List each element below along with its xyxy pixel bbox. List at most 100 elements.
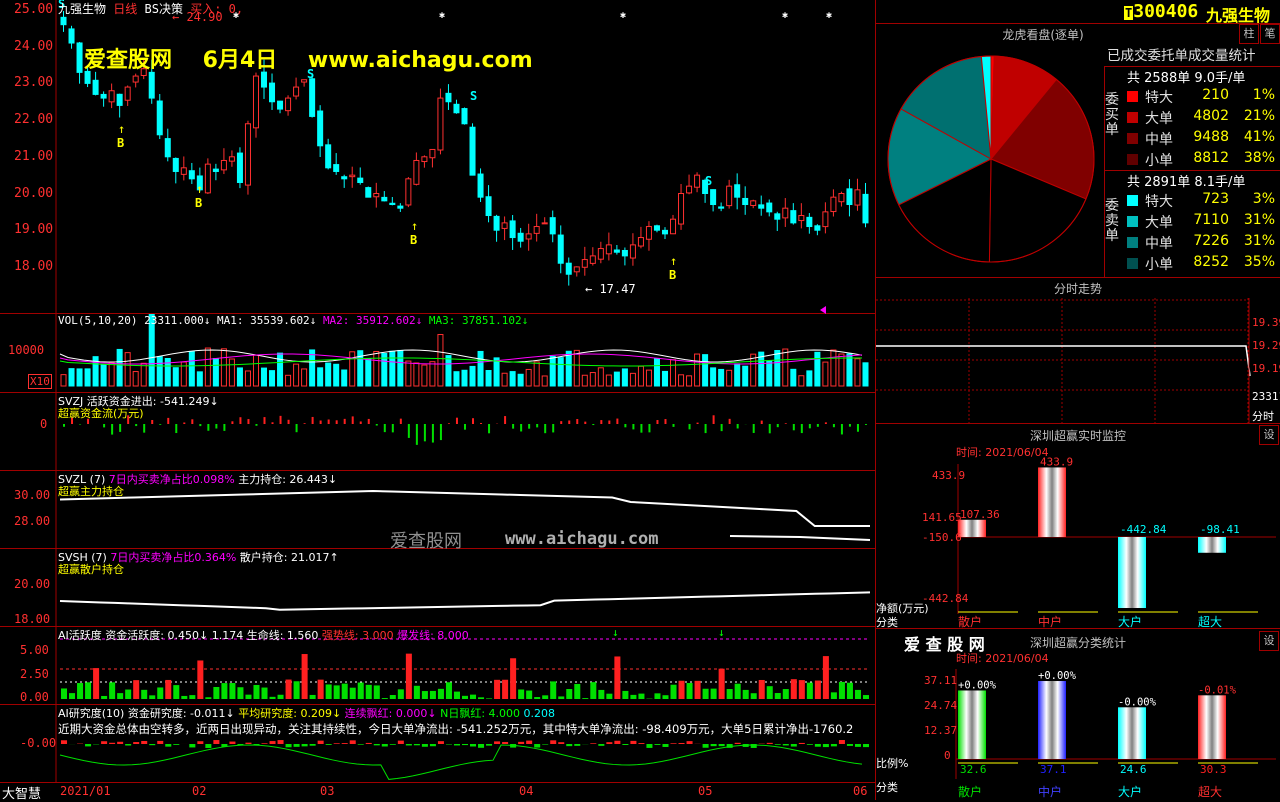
active-bar: [310, 695, 316, 699]
research-bar: [85, 744, 91, 746]
flow-bar: [199, 424, 201, 426]
svzj-panel[interactable]: SVZJ 活跃资金进出: -541.249↓ 超赢资金流(万元) 0: [0, 393, 875, 471]
date-4: 05: [698, 784, 712, 798]
star-marker: ✱: [826, 10, 832, 21]
flow-bar: [825, 422, 827, 424]
volume-bar: [590, 373, 595, 386]
bar-mode-button[interactable]: 柱: [1239, 24, 1259, 44]
research-bar: [382, 744, 388, 747]
research-bar: [350, 740, 356, 744]
price-tick-3: 22.00: [14, 112, 53, 127]
active-bar: [687, 683, 693, 699]
flow-bar: [608, 420, 610, 424]
monitor-bar-label: 433.9: [1040, 455, 1073, 468]
candle-body: [831, 197, 836, 211]
monitor-category: 散户: [958, 613, 982, 630]
flow-bar: [384, 424, 386, 432]
ai-research-panel[interactable]: AI研究度(10) 资金研究度: -0.011↓ 平均研究度: 0.209↓ 连…: [0, 705, 875, 783]
active-bar: [278, 695, 284, 699]
order-row-pct: 3%: [1253, 191, 1275, 207]
active-bar: [229, 683, 235, 699]
kline-panel[interactable]: ↑B↑B↑B↑BSSSS✱✱✱✱✱ 九强生物 日线 BS决策 买入: 0, ← …: [0, 0, 875, 314]
candle-body: [711, 190, 716, 205]
svsh-panel[interactable]: SVSH (7) 7日内买卖净占比0.364% 散户持仓: 21.017↑ 超赢…: [0, 549, 875, 627]
stat-category: 中户: [1038, 783, 1062, 800]
price-tick-1: 24.00: [14, 39, 53, 54]
research-bar: [109, 743, 115, 744]
svzl-tick-1: 28.00: [14, 514, 50, 528]
research-bar: [205, 744, 211, 748]
flow-bar: [544, 424, 546, 433]
research-bar: [566, 744, 572, 746]
buy-block: 共 2588单 9.0手/单 委买单 特大2101%大单480221%中单948…: [1104, 66, 1280, 171]
flow-bar: [737, 424, 739, 428]
stat-change-label: -0.01%: [1198, 684, 1237, 696]
candle-body: [125, 87, 130, 100]
fenshi-chart[interactable]: [876, 278, 1280, 424]
flow-bar: [408, 424, 410, 438]
volume-bar: [542, 376, 547, 386]
buy-signal-marker: ↑: [411, 219, 418, 233]
price-tick-4: 21.00: [14, 149, 53, 164]
flow-bar: [167, 418, 169, 424]
candle-body: [751, 201, 756, 206]
stat-bar: [958, 690, 986, 759]
monitor-category: 超大: [1198, 613, 1222, 630]
candle-body: [270, 83, 275, 102]
volume-panel[interactable]: VOL(5,10,20) 23311.000↓ MA1: 35539.602↓ …: [0, 314, 875, 393]
candle-body: [414, 160, 419, 184]
monitor-category-label: 分类: [876, 614, 898, 630]
active-bar: [366, 685, 372, 699]
candle-body: [606, 245, 611, 254]
candle-body: [430, 149, 435, 157]
research-bar: [430, 744, 436, 746]
volume-bar: [502, 373, 507, 386]
candle-body: [446, 93, 451, 101]
flow-bar: [312, 417, 314, 424]
research-bar: [598, 744, 604, 746]
active-bar: [318, 680, 324, 699]
order-row-pct: 21%: [1244, 108, 1275, 124]
candle-body: [783, 208, 788, 218]
tick-mode-button[interactable]: 笔: [1260, 24, 1280, 44]
research-bar: [446, 744, 452, 745]
research-bar: [775, 744, 781, 745]
research-bar: [422, 744, 428, 747]
flow-bar: [648, 424, 650, 432]
active-bar: [61, 688, 67, 699]
flow-bar: [777, 424, 779, 427]
flow-bar: [857, 424, 859, 432]
research-bar: [229, 742, 235, 744]
flow-bar: [576, 419, 578, 424]
volume-bar: [342, 370, 347, 386]
research-bar: [494, 741, 500, 744]
order-row-pct: 35%: [1244, 254, 1275, 270]
volume-bar: [318, 368, 323, 386]
active-bar: [839, 682, 845, 699]
active-bar: [414, 686, 420, 699]
ai-active-panel[interactable]: ↓↓ AI活跃度 资金活跃度: 0.450↓ 1.174 生命线: 1.560 …: [0, 627, 875, 705]
price-tick-7: 18.00: [14, 259, 53, 274]
flow-bar: [584, 422, 586, 424]
volume-bar: [783, 349, 788, 386]
candle-body: [286, 98, 291, 111]
volume-bar: [743, 366, 748, 386]
research-bar: [414, 744, 420, 745]
order-row: 小单881238%: [1127, 150, 1277, 170]
research-bar: [406, 744, 412, 745]
candle-body: [390, 203, 395, 204]
volume-bar: [494, 358, 499, 386]
active-bar: [711, 689, 717, 699]
research-bar: [863, 744, 869, 747]
active-bar: [783, 689, 789, 699]
active-bar: [406, 654, 412, 699]
flow-bar: [424, 424, 426, 441]
active-bar: [751, 693, 757, 699]
order-row-count: 723: [1202, 191, 1229, 207]
active-bar: [606, 694, 612, 699]
date-1: 02: [192, 784, 206, 798]
order-row-name: 大单: [1145, 212, 1173, 232]
fenshi-panel[interactable]: 分时走势 19.39 19.29 19.19 23311 分时: [875, 278, 1280, 424]
order-row: 小单825235%: [1127, 254, 1277, 274]
order-row-count: 8812: [1193, 150, 1229, 166]
